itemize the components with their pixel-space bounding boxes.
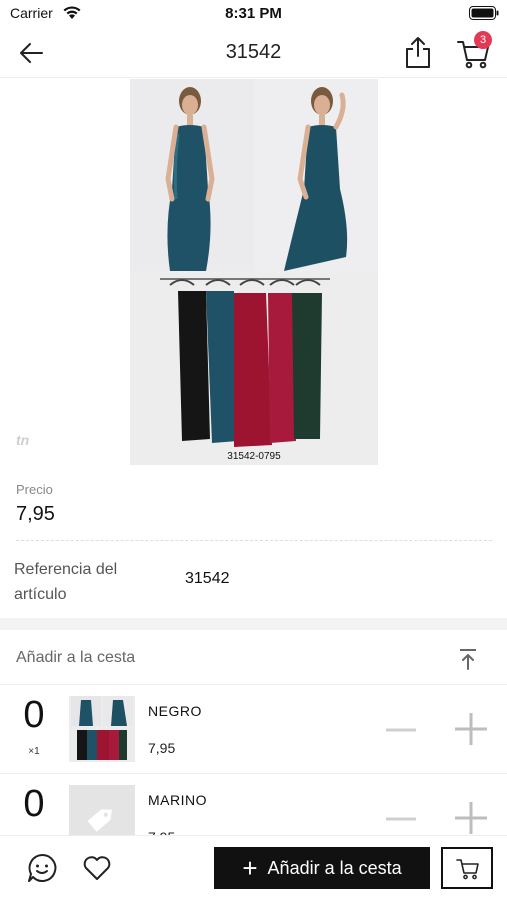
section-title: Añadir a la cesta	[16, 649, 136, 666]
share-icon[interactable]	[402, 34, 434, 70]
variant-name: MARINO	[148, 792, 207, 808]
navigation-bar: 31542 3	[0, 28, 507, 78]
variant-multiplier: ×1	[28, 746, 40, 757]
cart-icon	[456, 859, 479, 880]
plus-icon[interactable]	[452, 799, 490, 837]
plus-icon: +	[242, 853, 258, 883]
back-arrow-icon[interactable]	[16, 38, 48, 68]
scroll-top-icon[interactable]	[458, 648, 478, 670]
add-to-cart-label: Añadir a la cesta	[267, 857, 402, 878]
variant-row-negro: 0 ×1 NEGRO 7,95	[0, 686, 507, 774]
clock: 8:31 PM	[225, 5, 282, 22]
section-separator	[0, 618, 507, 630]
status-bar: Carrier 8:31 PM	[0, 0, 507, 28]
variant-name: NEGRO	[148, 703, 202, 719]
bottom-action-bar: + Añadir a la cesta	[0, 835, 507, 900]
variant-price: 7,95	[148, 740, 176, 756]
add-to-cart-button[interactable]: + Añadir a la cesta	[214, 847, 430, 889]
reference-label: Referencia del artículo	[14, 561, 118, 603]
chat-icon[interactable]	[26, 852, 58, 884]
model-photo-front	[130, 79, 254, 271]
brand-logo: tn	[16, 432, 30, 448]
minus-icon[interactable]	[382, 805, 420, 833]
heart-icon[interactable]	[82, 854, 112, 882]
variant-quantity: 0	[23, 783, 45, 825]
battery-icon	[469, 6, 499, 20]
view-cart-button[interactable]	[441, 847, 493, 889]
add-to-cart-section-header: Añadir a la cesta	[0, 630, 507, 685]
model-photo-side	[254, 79, 378, 271]
plus-icon[interactable]	[452, 710, 490, 748]
product-gallery[interactable]: 31542-0795	[130, 79, 378, 465]
price-value: 7,95	[16, 503, 55, 525]
variant-thumbnail[interactable]	[69, 696, 135, 762]
reference-value: 31542	[185, 570, 230, 587]
price-label: Precio	[16, 482, 53, 497]
photo-caption: 31542-0795	[227, 451, 281, 462]
minus-icon[interactable]	[382, 716, 420, 744]
cart-count-badge: 3	[474, 31, 492, 49]
colors-photo	[130, 271, 378, 465]
variant-quantity: 0	[23, 694, 45, 736]
divider	[16, 540, 492, 541]
